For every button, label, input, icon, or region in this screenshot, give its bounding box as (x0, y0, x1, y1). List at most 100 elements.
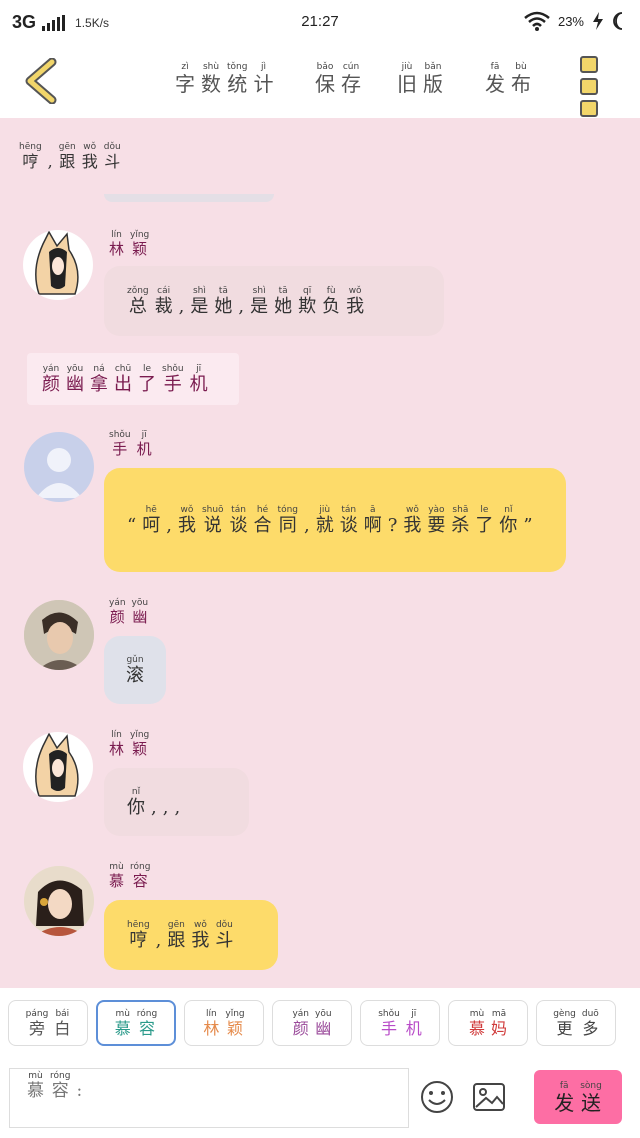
publish-button[interactable]: fā 发 bù 布 (482, 62, 534, 95)
fox-girl-avatar[interactable] (23, 230, 93, 300)
hanzi: 机 (136, 440, 152, 458)
message-bubble[interactable]: “hē 呵, wǒ 我 shuō 说 tán 谈 hé 合 tóng 同, jiù 就 tán 谈 ā 啊? wǒ 我… (104, 468, 566, 572)
hanzi: 慕 (109, 872, 125, 890)
pinyin: tā (278, 285, 288, 296)
character-chip[interactable]: lín 林 yǐng 颖 (184, 1000, 264, 1046)
chevron-left-icon[interactable] (22, 58, 62, 104)
character-chip[interactable]: mù 慕 mā 妈 (448, 1000, 528, 1046)
message-bubble[interactable]: gǔn 滚 (104, 636, 166, 704)
hanzi: 颖 (226, 1018, 243, 1038)
ruby-char: lín 林 (203, 1009, 219, 1038)
hanzi: 发 (485, 72, 505, 96)
hanzi: 你 (499, 514, 518, 536)
message-bubble[interactable]: nǐ 你,,, (104, 768, 249, 836)
message-input[interactable]: mù 慕 róng 容: (9, 1068, 409, 1128)
save-button[interactable]: bǎo 保 cún 存 (312, 62, 364, 95)
hanzi: 颜 (42, 373, 60, 395)
hanzi: 颖 (132, 740, 148, 758)
pinyin: yōu (66, 363, 84, 374)
ruby-char: fā 发 (554, 1081, 574, 1114)
ruby-char: bái 白 (54, 1009, 70, 1038)
ruby-char: tán 谈 (230, 505, 248, 536)
ruby-char: , (166, 505, 172, 536)
ruby-char: yào 要 (427, 505, 445, 536)
hanzi: 数 (201, 72, 221, 96)
ruby-char: yǐng 颖 (130, 730, 149, 758)
ruby-char: shì 是 (250, 286, 268, 317)
hanzi: , (151, 796, 157, 818)
pinyin: gǔn (126, 654, 144, 665)
message-bubble[interactable]: hēng 哼, gēn 跟 wǒ 我 dǒu 斗 (104, 900, 278, 970)
hanzi: 我 (346, 295, 365, 317)
fox-girl-avatar[interactable] (23, 732, 93, 802)
hanzi: 更 (556, 1018, 573, 1038)
narration-bubble[interactable]: yán 颜 yōu 幽 ná 拿 chū 出 le 了 shǒu 手 jī 机 (27, 353, 239, 405)
word-count-button[interactable]: zì 字 shù 数 tǒng 统 jì 计 (172, 62, 276, 95)
status-bar: 3G 1.5K/s 21:27 23% (0, 0, 640, 44)
hanzi: , (174, 796, 181, 818)
hanzi: 要 (427, 514, 446, 536)
ruby-char: páng 旁 (26, 1009, 49, 1038)
hanzi: 我 (191, 929, 210, 951)
image-icon[interactable] (472, 1080, 506, 1114)
hanzi: 她 (274, 295, 293, 317)
ruby-char: gèng 更 (553, 1009, 576, 1038)
hanzi: 送 (581, 1090, 601, 1115)
smiley-icon[interactable] (420, 1080, 454, 1114)
ruby-char: nǐ 你 (127, 787, 145, 818)
ruby-char: qī 欺 (298, 286, 316, 317)
character-chip[interactable]: páng 旁 bái 白 (8, 1000, 88, 1046)
menu-icon[interactable] (580, 56, 598, 117)
hanzi: 慕 (114, 1018, 131, 1038)
character-selector: páng 旁 bái 白 mù 慕 róng 容 lín 林 yǐng 颖 yán 颜 yōu 幽 sh… (8, 1000, 616, 1046)
hanzi: ? (387, 514, 398, 536)
ruby-char: gǔn 滚 (126, 655, 144, 686)
pinyin: yào (428, 504, 445, 515)
hanzi: 呵 (142, 514, 161, 536)
message-bubble[interactable]: zǒng 总 cái 裁, shì 是 tā 她, shì 是 tā 她 qī 欺 fù 负 wǒ 我 (104, 266, 444, 336)
woman-avatar[interactable] (24, 866, 94, 936)
pinyin: dǒu (215, 919, 233, 930)
pinyin: ná (93, 363, 105, 374)
hanzi: 总 (128, 295, 147, 317)
ruby-char: bǎn 版 (423, 62, 443, 95)
character-chip-selected[interactable]: mù 慕 róng 容 (96, 1000, 176, 1046)
hanzi: 合 (253, 514, 272, 536)
character-chip[interactable]: yán 颜 yōu 幽 (272, 1000, 352, 1046)
pinyin: shā (452, 504, 469, 515)
ruby-char: róng 容 (137, 1009, 157, 1038)
ruby-char: dǒu 斗 (215, 920, 233, 951)
ruby-char: wǒ 我 (178, 505, 196, 536)
hanzi: 幽 (66, 373, 84, 395)
hanzi: 谈 (339, 514, 358, 536)
hanzi: 跟 (167, 929, 186, 951)
ruby-char: róng 容 (50, 1071, 70, 1101)
pinyin: yán (42, 363, 60, 374)
hanzi: 手 (112, 440, 128, 458)
ruby-char: sòng 送 (580, 1081, 602, 1114)
ruby-char: zì 字 (175, 62, 195, 95)
man-avatar[interactable] (24, 600, 94, 670)
ruby-char: , (174, 787, 180, 818)
pinyin: chū (114, 363, 132, 374)
ruby-char: cái 裁 (155, 286, 173, 317)
hanzi: 哼 (129, 929, 148, 951)
hanzi: 白 (54, 1018, 71, 1038)
hanzi: 颜 (292, 1018, 309, 1038)
hanzi: 同 (278, 514, 297, 536)
ruby-char: mù 慕 (115, 1009, 131, 1038)
ruby-char: yán 颜 (292, 1009, 309, 1038)
speaker-name: lín 林 yǐng 颖 (106, 230, 152, 258)
default-avatar[interactable] (24, 432, 94, 502)
ruby-char: zǒng 总 (127, 286, 149, 317)
character-chip[interactable]: shǒu 手 jī 机 (360, 1000, 440, 1046)
hanzi: 颖 (132, 240, 148, 258)
ruby-char: róng 容 (130, 862, 150, 890)
hanzi: 保 (315, 72, 335, 96)
more-characters-button[interactable]: gèng 更 duō 多 (536, 1000, 616, 1046)
send-button[interactable]: fā 发 sòng 送 (534, 1070, 622, 1124)
pinyin: jiù (319, 504, 331, 515)
ruby-char: shuō 说 (202, 505, 224, 536)
pinyin: tán (231, 504, 246, 515)
old-version-button[interactable]: jiù 旧 bǎn 版 (394, 62, 446, 95)
